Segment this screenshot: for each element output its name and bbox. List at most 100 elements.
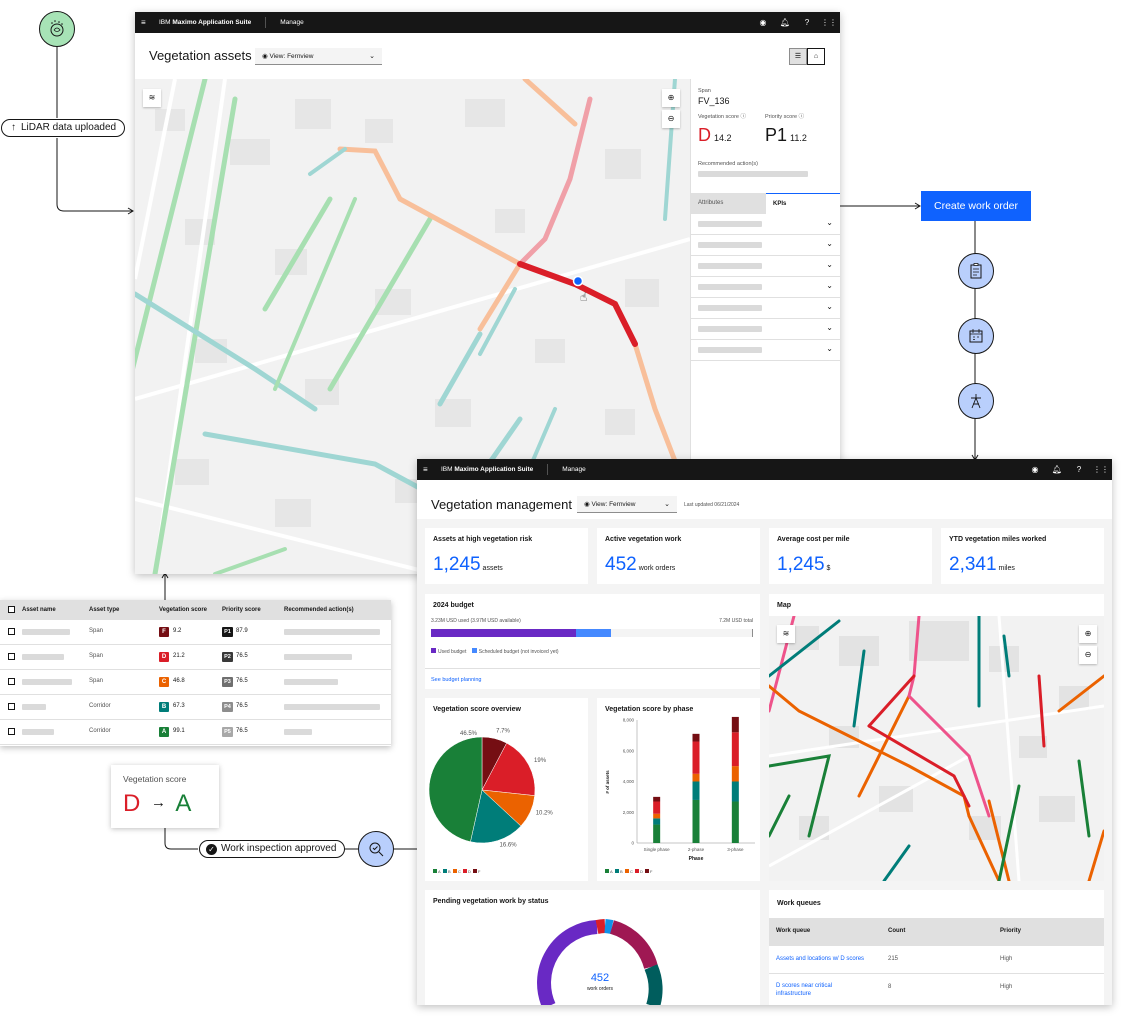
vegetation-score-value: 46.8 — [173, 678, 185, 684]
legend-label-B: B — [620, 869, 623, 874]
row-checkbox[interactable] — [8, 728, 15, 735]
user-icon[interactable]: ◉ — [752, 18, 774, 27]
field-crew-icon — [958, 383, 994, 419]
table-row[interactable]: Assets and locations w/ D scores 215 Hig… — [769, 946, 1104, 974]
row-checkbox[interactable] — [8, 703, 15, 710]
kpi-card-cost-per-mile: Average cost per mile 1,245 $ — [769, 528, 932, 584]
user-icon[interactable]: ◉ — [1024, 465, 1046, 474]
zoom-out-icon[interactable]: ⊖ — [1079, 646, 1097, 664]
span-detail-panel: Span FV_136 Vegetation score ⓘ Priority … — [690, 79, 840, 499]
legend-swatch-D — [635, 869, 639, 873]
page-title: Vegetation management — [431, 497, 572, 512]
x-tick-label: Single phase — [644, 847, 671, 852]
chevron-down-icon: ⌄ — [826, 239, 833, 248]
accordion-item[interactable]: ⌄ — [691, 340, 840, 361]
app-switcher-icon[interactable]: ⋮⋮ — [1090, 465, 1112, 474]
upload-arrow-icon: ↑ — [11, 122, 16, 133]
legend-label-F: F — [650, 869, 653, 874]
legend-swatch-B — [443, 869, 447, 873]
table-row[interactable]: Span D 21.2 P2 76.5 — [0, 645, 391, 670]
create-work-order-button[interactable]: Create work order — [921, 191, 1031, 221]
dashboard-map[interactable]: ≋ ⊕ ⊖ — [769, 616, 1104, 881]
kpi-card-ytd-miles: YTD vegetation miles worked 2,341 miles — [941, 528, 1104, 584]
bar-2-phase-A — [692, 799, 700, 843]
layers-icon[interactable]: ≋ — [777, 625, 795, 643]
budget-progress-bar — [431, 629, 753, 637]
hamburger-menu-icon[interactable]: ≡ — [423, 465, 433, 474]
view-select[interactable]: ◉ View: Fernview ⌄ — [577, 496, 677, 513]
budget-planning-link[interactable]: See budget planning — [431, 677, 481, 683]
score-overview-card: Vegetation score overview 7.7% 19% 10.2% 16… — [425, 698, 588, 881]
bar-3-phase-B — [731, 781, 739, 802]
table-row[interactable]: D scores near critical infrastructure 8 H… — [769, 974, 1104, 1004]
help-icon[interactable]: ? — [1068, 465, 1090, 474]
asset-name-placeholder — [22, 629, 70, 635]
pending-work-card: Pending vegetation work by status 452 wo… — [425, 890, 760, 1005]
accordion-item[interactable]: ⌄ — [691, 235, 840, 256]
used-budget-fill — [431, 629, 576, 637]
budget-card: 2024 budget 3.23M USD used (3.97M USD av… — [425, 594, 760, 689]
score-after: A — [175, 790, 192, 817]
asset-name-placeholder — [22, 729, 54, 735]
table-row[interactable]: Corridor A 99.1 P5 76.5 — [0, 720, 391, 745]
legend-swatch-A — [433, 869, 437, 873]
vegetation-grade-badge: B — [159, 702, 169, 712]
recommended-actions-label: Recommended action(s) — [698, 161, 758, 167]
priority-score-value: 87.9 — [236, 628, 248, 634]
tab-attributes[interactable]: Attributes — [691, 193, 766, 214]
zoom-in-icon[interactable]: ⊕ — [662, 89, 680, 107]
selected-span-marker[interactable] — [572, 275, 584, 287]
scheduled-budget-fill — [575, 629, 612, 637]
map-canvas — [769, 616, 1104, 881]
row-checkbox[interactable] — [8, 678, 15, 685]
score-before: D — [123, 790, 141, 817]
recommended-action-placeholder — [284, 679, 338, 685]
row-checkbox[interactable] — [8, 628, 15, 635]
row-checkbox[interactable] — [8, 653, 15, 660]
legend-swatch-C — [453, 869, 457, 873]
y-tick-label: 2,000 — [623, 810, 635, 815]
zoom-in-icon[interactable]: ⊕ — [1079, 625, 1097, 643]
accordion-item[interactable]: ⌄ — [691, 277, 840, 298]
legend-label-A: A — [610, 869, 613, 874]
map-view-toggle[interactable]: ⌂ — [807, 48, 825, 65]
zoom-out-icon[interactable]: ⊖ — [662, 110, 680, 128]
work-queue-link[interactable]: D scores near critical infrastructure — [776, 982, 832, 998]
accordion-item[interactable]: ⌄ — [691, 298, 840, 319]
recommended-action-placeholder — [284, 729, 312, 735]
app-switcher-icon[interactable]: ⋮⋮ — [818, 18, 840, 27]
priority-badge: P2 — [222, 652, 233, 662]
table-header: Asset name Asset type Vegetation score P… — [0, 600, 391, 620]
priority-grade: P1 11.2 — [765, 125, 807, 145]
recommended-action-placeholder — [284, 704, 380, 710]
bar-single-phase-D — [653, 801, 661, 814]
accordion-item[interactable]: ⌄ — [691, 214, 840, 235]
select-all-checkbox[interactable] — [8, 606, 15, 613]
nav-manage[interactable]: Manage — [280, 19, 304, 26]
table-row[interactable]: Span C 46.8 P3 76.5 — [0, 670, 391, 695]
work-queue-link[interactable]: Assets and locations w/ D scores — [776, 956, 864, 962]
notification-icon[interactable]: 🔔︎ — [774, 18, 796, 27]
help-icon[interactable]: ? — [796, 18, 818, 27]
view-select[interactable]: ◉ View: Fernview ⌄ — [255, 48, 382, 65]
bar-2-phase-C — [692, 773, 700, 782]
work-order-document-icon — [958, 253, 994, 289]
nav-manage[interactable]: Manage — [562, 466, 586, 473]
lidar-uploaded-pill: ↑ LiDAR data uploaded — [1, 119, 126, 137]
notification-icon[interactable]: 🔔︎ — [1046, 465, 1068, 474]
lidar-upload-icon — [39, 11, 75, 47]
hamburger-menu-icon[interactable]: ≡ — [141, 18, 151, 27]
table-row[interactable]: Corridor B 67.3 P4 76.5 — [0, 695, 391, 720]
legend-label-A: A — [438, 869, 441, 874]
table-row[interactable]: Span F 9.2 P1 87.9 — [0, 620, 391, 645]
kpi-card-active-work: Active vegetation work 452 work orders — [597, 528, 760, 584]
accordion-item[interactable]: ⌄ — [691, 256, 840, 277]
layers-icon[interactable]: ≋ — [143, 89, 161, 107]
app-brand: IBM Maximo Application Suite — [159, 19, 252, 26]
last-updated: Last updated 06/21/2024 — [684, 502, 740, 508]
tab-kpis[interactable]: KPIs — [766, 193, 840, 214]
vegetation-management-window: ≡ IBM Maximo Application Suite Manage ◉ … — [417, 459, 1112, 1005]
chevron-down-icon: ⌄ — [826, 302, 833, 311]
accordion-item[interactable]: ⌄ — [691, 319, 840, 340]
list-view-toggle[interactable]: ☰ — [789, 48, 807, 65]
